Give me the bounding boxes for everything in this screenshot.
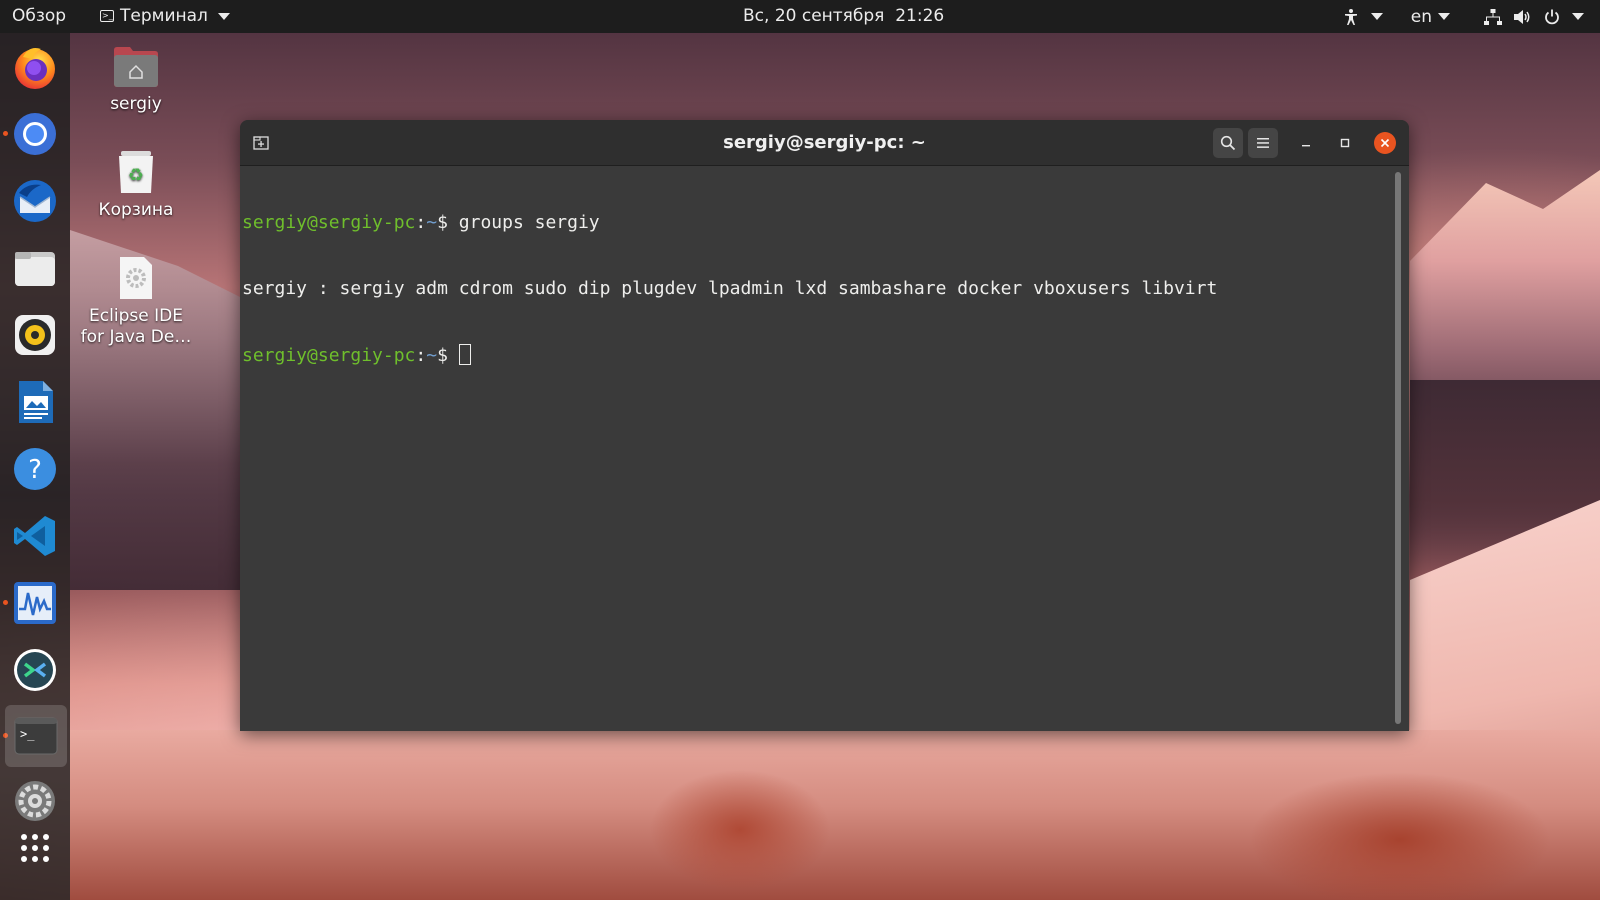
home-folder-icon: [112, 42, 160, 90]
svg-text:>_: >_: [20, 727, 35, 741]
chromium-icon: [14, 113, 56, 155]
command-text: groups sergiy: [458, 212, 600, 233]
dock-item-rhythmbox[interactable]: [10, 310, 60, 360]
terminal-icon: >_: [14, 717, 58, 755]
terminal-output[interactable]: sergiy@sergiy-pc:~$ groups sergiy sergiy…: [242, 168, 1392, 728]
prompt-path: ~: [426, 345, 438, 366]
prompt-separator: :: [415, 345, 427, 366]
chevron-down-icon: [217, 12, 230, 20]
running-indicator: [3, 131, 8, 136]
prompt-symbol: $: [437, 345, 459, 366]
running-indicator: [3, 600, 8, 605]
desktop-icon-label: Корзина: [98, 200, 174, 220]
language-menu[interactable]: en: [1405, 0, 1456, 33]
firefox-icon: [15, 48, 55, 89]
maximize-icon: [1340, 138, 1350, 148]
minimize-icon: [1302, 145, 1310, 147]
dock-item-terminal[interactable]: >_: [5, 705, 67, 767]
power-icon: [1545, 9, 1559, 24]
close-button[interactable]: [1374, 132, 1396, 154]
vscode-icon: [14, 516, 55, 556]
accessibility-icon: [1344, 8, 1357, 25]
text-cursor: [458, 344, 471, 365]
search-icon: [1220, 135, 1236, 151]
wallpaper-trees: [1200, 740, 1600, 900]
dock-item-files[interactable]: [10, 243, 60, 293]
chevron-down-icon: [1572, 13, 1584, 20]
dock-item-vscode[interactable]: [10, 511, 60, 561]
dock-item-help[interactable]: ?: [10, 444, 60, 494]
chevron-down-icon: [1370, 13, 1383, 20]
app-menu-button[interactable]: >_ Терминал: [100, 6, 230, 26]
terminal-line: sergiy@sergiy-pc:~$ groups sergiy: [242, 212, 1392, 234]
activities-button[interactable]: Обзор: [12, 6, 66, 26]
hamburger-menu-icon: [1257, 138, 1269, 148]
dock-item-firefox[interactable]: [10, 42, 60, 92]
menu-button[interactable]: [1248, 128, 1278, 158]
top-bar: Обзор >_ Терминал Вс, 20 сентября 21:26 …: [0, 0, 1600, 33]
system-monitor-icon: [14, 582, 56, 624]
minimize-button[interactable]: [1291, 128, 1321, 158]
desktop-icon-label: Eclipse IDE for Java De…: [80, 306, 192, 347]
wallpaper-trees: [620, 740, 860, 900]
app-menu-label: Терминал: [120, 6, 208, 26]
prompt-symbol: $: [437, 212, 459, 233]
desktop-icon-label: sergiy: [110, 94, 162, 114]
thunderbird-icon: [14, 180, 56, 222]
volume-icon: [1514, 9, 1530, 24]
desktop-icon-trash[interactable]: ♻ Корзина: [76, 148, 196, 221]
remmina-icon: [14, 649, 56, 691]
dock-item-thunderbird[interactable]: [10, 176, 60, 226]
trash-icon: ♻: [112, 148, 160, 196]
command-output: sergiy : sergiy adm cdrom sudo dip plugd…: [242, 278, 1218, 299]
settings-icon: [15, 781, 55, 821]
terminal-window[interactable]: sergiy@sergiy-pc: ~ sergiy@sergiy-pc:~$ …: [240, 120, 1409, 731]
dock: ? >_: [0, 33, 70, 900]
language-label: en: [1410, 6, 1432, 27]
chevron-down-icon: [1438, 13, 1450, 20]
network-icon: [1484, 8, 1502, 25]
svg-text:?: ?: [28, 455, 42, 485]
dock-item-chromium[interactable]: [10, 109, 60, 159]
system-menu[interactable]: [1478, 0, 1590, 33]
libreoffice-writer-icon: [19, 381, 53, 423]
eclipse-launcher-icon: [112, 254, 160, 302]
desktop-icon-eclipse[interactable]: Eclipse IDE for Java De…: [76, 254, 196, 348]
prompt-path: ~: [426, 212, 438, 233]
accessibility-menu[interactable]: [1337, 0, 1389, 33]
maximize-button[interactable]: [1330, 128, 1360, 158]
help-icon: ?: [14, 448, 56, 490]
show-applications-icon: [21, 834, 49, 862]
desktop-icon-home[interactable]: sergiy: [76, 42, 196, 115]
terminal-titlebar[interactable]: sergiy@sergiy-pc: ~: [240, 120, 1409, 166]
files-icon: [15, 252, 55, 286]
dock-item-system-monitor[interactable]: [10, 578, 60, 628]
terminal-small-icon: >_: [100, 10, 114, 22]
close-icon: [1380, 138, 1390, 148]
dock-item-settings[interactable]: [10, 776, 60, 826]
terminal-line: sergiy@sergiy-pc:~$: [242, 344, 1392, 366]
dock-item-writer[interactable]: [10, 377, 60, 427]
dock-item-remmina[interactable]: [10, 645, 60, 695]
system-tray: en: [1337, 0, 1590, 33]
show-applications-button[interactable]: [10, 823, 60, 873]
prompt-user: sergiy@sergiy-pc: [242, 345, 416, 366]
rhythmbox-icon: [15, 315, 55, 355]
prompt-user: sergiy@sergiy-pc: [242, 212, 416, 233]
search-button[interactable]: [1213, 128, 1243, 158]
prompt-separator: :: [415, 212, 427, 233]
svg-text:♻: ♻: [128, 165, 144, 186]
terminal-scrollbar[interactable]: [1395, 172, 1401, 724]
terminal-line: sergiy : sergiy adm cdrom sudo dip plugd…: [242, 278, 1392, 300]
clock[interactable]: Вс, 20 сентября 21:26: [743, 6, 944, 26]
